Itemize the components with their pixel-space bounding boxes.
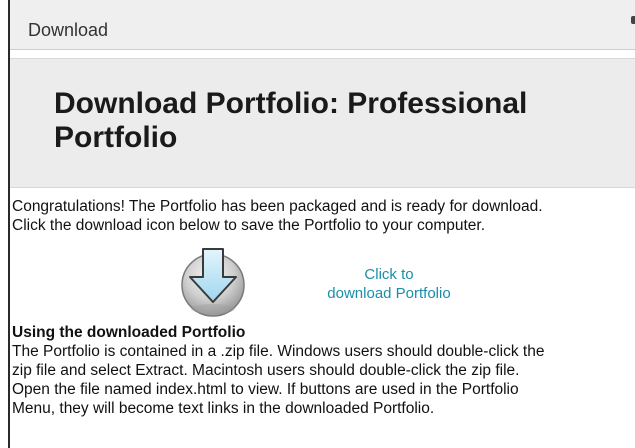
page-title: Download Portfolio: Professional Portfol… xyxy=(54,87,528,154)
titlebar: Download xyxy=(10,0,635,50)
header-band: Download Portfolio: Professional Portfol… xyxy=(10,58,635,188)
intro-text: Congratulations! The Portfolio has been … xyxy=(12,197,634,235)
usage-line-1: The Portfolio is contained in a .zip fil… xyxy=(12,343,545,360)
download-portfolio-link[interactable]: Click to download Portfolio xyxy=(304,265,474,303)
usage-line-2: zip file and select Extract. Macintosh u… xyxy=(12,362,520,379)
content-area: Congratulations! The Portfolio has been … xyxy=(12,197,634,417)
download-arrow-icon[interactable] xyxy=(178,247,248,319)
usage-line-4: Menu, they will become text links in the… xyxy=(12,400,435,417)
usage-section: Using the downloaded Portfolio The Portf… xyxy=(12,323,634,418)
download-link-line-1: Click to xyxy=(364,266,414,283)
usage-line-3: Open the file named index.html to view. … xyxy=(12,381,519,398)
usage-heading: Using the downloaded Portfolio xyxy=(12,324,246,341)
titlebar-title: Download xyxy=(28,20,109,40)
corner-mark xyxy=(631,16,635,24)
download-window: Download Download Portfolio: Professiona… xyxy=(0,0,635,448)
download-link-line-2: download Portfolio xyxy=(327,285,451,302)
intro-line-1: Congratulations! The Portfolio has been … xyxy=(12,198,543,215)
download-arrow-svg xyxy=(181,248,245,317)
intro-line-2: Click the download icon below to save th… xyxy=(12,217,486,234)
download-row: Click to download Portfolio xyxy=(12,247,634,323)
usage-body: The Portfolio is contained in a .zip fil… xyxy=(12,342,634,418)
